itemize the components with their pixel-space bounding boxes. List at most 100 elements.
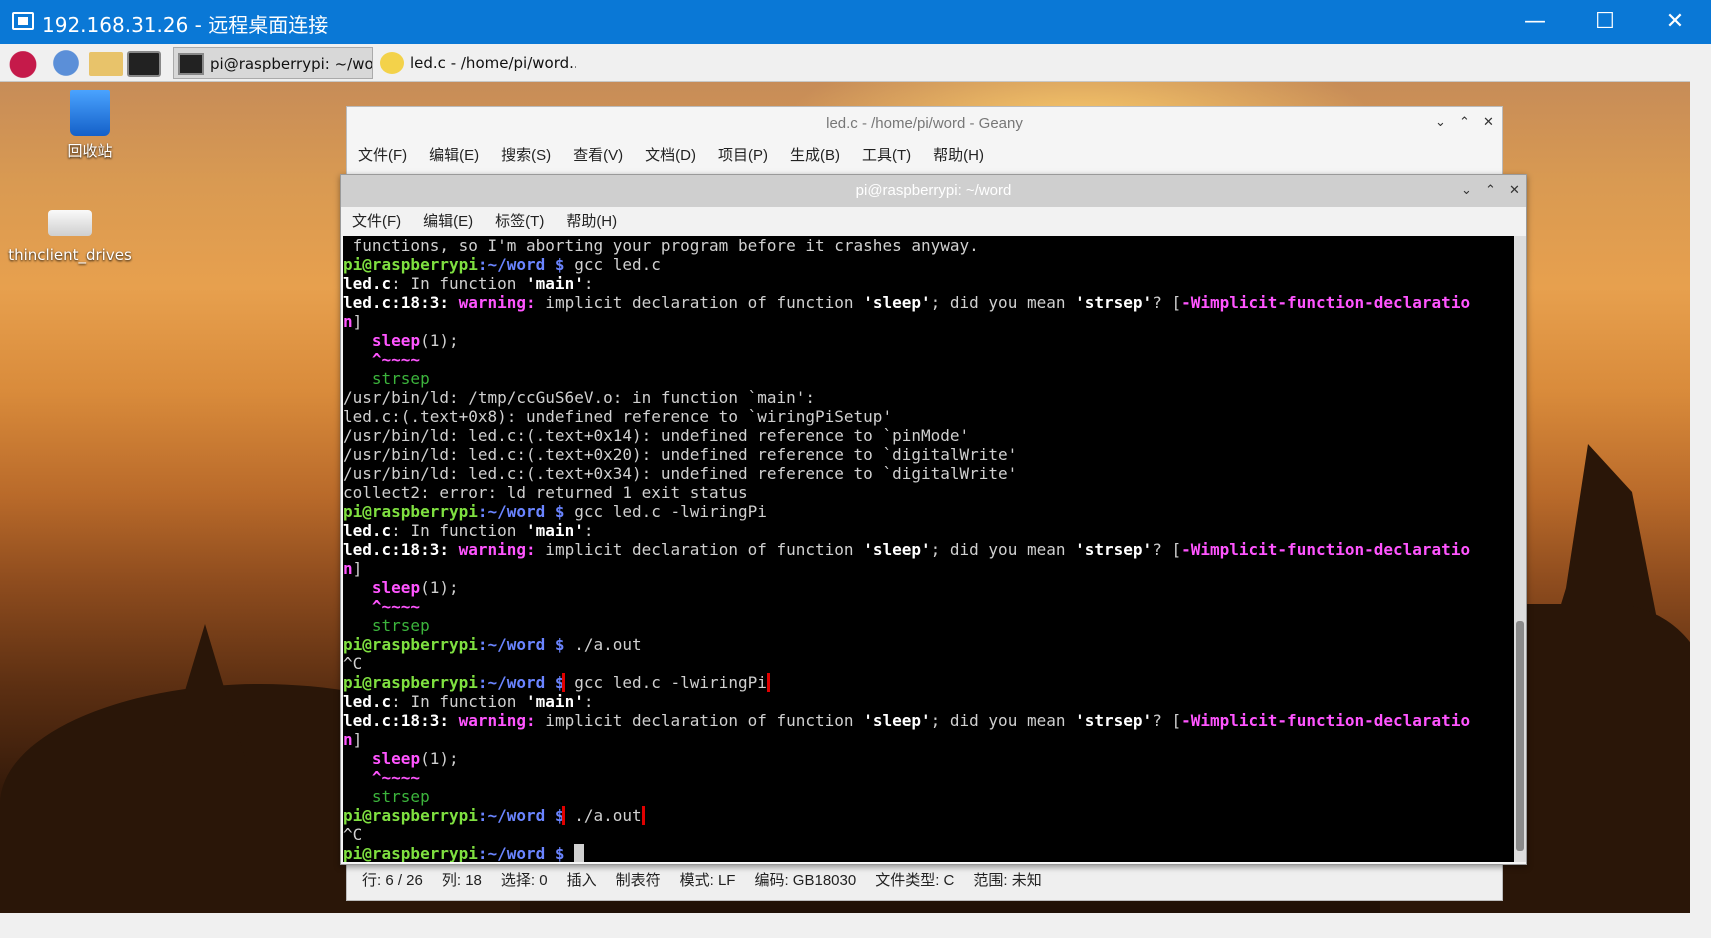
geany-menu-item[interactable]: 工具(T) <box>851 141 922 171</box>
close-button[interactable]: ✕ <box>1640 0 1710 44</box>
terminal-menu-item[interactable]: 标签(T) <box>484 207 555 237</box>
terminal-minimize[interactable]: ⌄ <box>1461 183 1472 198</box>
terminal-line: led.c:18:3: warning: implicit declaratio… <box>343 293 1516 312</box>
terminal-text: /usr/bin/ld: led.c:(.text+0x20): undefin… <box>343 445 1018 464</box>
status-field: 文件类型: C <box>875 872 955 889</box>
geany-menu-item[interactable]: 编辑(E) <box>418 141 490 171</box>
terminal-text: 'sleep' <box>863 540 931 559</box>
terminal-maximize[interactable]: ⌃ <box>1485 183 1496 198</box>
status-field: 选择: 0 <box>500 872 548 889</box>
geany-menu-item[interactable]: 搜索(S) <box>490 141 562 171</box>
terminal-text: : <box>583 521 594 540</box>
terminal-text: sleep <box>371 331 421 350</box>
geany-menu-item[interactable]: 查看(V) <box>562 141 634 171</box>
terminal-text: : In function <box>391 692 527 711</box>
recycle-bin[interactable]: 回收站 <box>60 90 120 161</box>
status-field: 编码: GB18030 <box>754 872 857 889</box>
terminal-menu-item[interactable]: 编辑(E) <box>412 207 484 237</box>
terminal-text: n <box>343 559 353 578</box>
terminal-line: strsep <box>343 787 1516 806</box>
file-manager-icon[interactable] <box>89 52 123 76</box>
remote-desktop-icon <box>12 12 34 30</box>
prompt-user: pi@raspberrypi <box>343 255 478 274</box>
task-geany-label: led.c - /home/pi/word... <box>410 54 576 72</box>
geany-menu-item[interactable]: 帮助(H) <box>922 141 995 171</box>
terminal-text: 'main' <box>526 274 584 293</box>
terminal-text: 'strsep' <box>1075 293 1153 312</box>
geany-menu-item[interactable]: 项目(P) <box>707 141 779 171</box>
terminal-text: led.c:18:3: <box>343 540 449 559</box>
prompt-path: :~/word $ <box>477 502 565 521</box>
terminal-text: led.c <box>343 274 392 293</box>
geany-close[interactable]: ✕ <box>1483 115 1494 130</box>
terminal-suggestion: strsep <box>343 616 430 635</box>
terminal-line: pi@raspberrypi:~/word $ gcc led.c <box>343 255 1516 274</box>
terminal-text: functions, so I'm aborting your program … <box>343 236 979 255</box>
terminal-line: pi@raspberrypi:~/word $ ./a.out <box>343 806 1516 825</box>
maximize-button[interactable]: ☐ <box>1570 0 1640 44</box>
thinclient-drives[interactable]: thinclient_drives <box>6 210 134 264</box>
terminal-text: led.c:18:3: <box>343 711 449 730</box>
terminal-menu-item[interactable]: 帮助(H) <box>555 207 628 237</box>
geany-minimize[interactable]: ⌄ <box>1435 115 1446 130</box>
rdp-horizontal-scrollbar[interactable] <box>0 913 1711 938</box>
terminal-line: ^~~~~ <box>343 350 1516 369</box>
terminal-line: led.c: In function 'main': <box>343 692 1516 711</box>
terminal-scrollbar[interactable] <box>1514 236 1526 862</box>
terminal-output[interactable]: functions, so I'm aborting your program … <box>343 236 1516 862</box>
prompt-user: pi@raspberrypi <box>343 673 478 692</box>
drive-icon <box>48 210 92 236</box>
terminal-suggestion: strsep <box>343 369 430 388</box>
status-field: 行: 6 / 26 <box>362 872 423 889</box>
recycle-bin-icon <box>70 90 110 136</box>
terminal-text: led.c <box>343 521 392 540</box>
task-terminal[interactable]: pi@raspberrypi: ~/wo... <box>173 47 373 79</box>
raspberry-menu-icon[interactable] <box>6 48 40 78</box>
task-geany[interactable]: led.c - /home/pi/word... <box>376 47 576 79</box>
scrollbar-thumb[interactable] <box>1516 621 1524 851</box>
terminal-launcher-icon[interactable] <box>127 51 161 77</box>
terminal-text: : In function <box>391 274 527 293</box>
prompt-user: pi@raspberrypi <box>343 844 478 862</box>
terminal-line: led.c:18:3: warning: implicit declaratio… <box>343 540 1516 559</box>
geany-maximize[interactable]: ⌃ <box>1459 115 1470 130</box>
minimize-button[interactable]: — <box>1500 0 1570 44</box>
terminal-line: collect2: error: ld returned 1 exit stat… <box>343 483 1516 502</box>
geany-menubar: 文件(F) 编辑(E) 搜索(S) 查看(V) 文档(D) 项目(P) 生成(B) 工具(T)… <box>347 141 1502 171</box>
rdp-vertical-scrollbar[interactable] <box>1690 44 1711 913</box>
terminal-text: (1); <box>420 749 459 768</box>
terminal-text: 'main' <box>526 692 584 711</box>
terminal-text: warning: <box>458 540 536 559</box>
terminal-command: gcc led.c <box>564 255 661 274</box>
terminal-text: implicit declaration of function <box>535 293 864 312</box>
terminal-caret: ^~~~~ <box>343 597 421 616</box>
cursor[interactable] <box>574 844 584 862</box>
terminal-text: led.c:18:3: <box>343 293 449 312</box>
terminal-line: pi@raspberrypi:~/word $ ./a.out <box>343 635 1516 654</box>
terminal-text: ] <box>352 559 363 578</box>
geany-menu-item[interactable]: 文件(F) <box>347 141 418 171</box>
geany-menu-item[interactable]: 生成(B) <box>779 141 851 171</box>
terminal-text: : <box>583 274 594 293</box>
terminal-text: 'strsep' <box>1075 540 1153 559</box>
terminal-line: strsep <box>343 616 1516 635</box>
terminal-text: -Wimplicit-function-declaratio <box>1181 293 1471 312</box>
terminal-caret: ^~~~~ <box>343 768 421 787</box>
terminal-text: : In function <box>391 521 527 540</box>
terminal-text: -Wimplicit-function-declaratio <box>1181 711 1471 730</box>
terminal-menu-item[interactable]: 文件(F) <box>341 207 412 237</box>
terminal-title: pi@raspberrypi: ~/word <box>341 175 1526 207</box>
geany-menu-item[interactable]: 文档(D) <box>634 141 707 171</box>
status-field: 范围: 未知 <box>973 872 1042 889</box>
prompt-user: pi@raspberrypi <box>343 806 478 825</box>
terminal-line: ^~~~~ <box>343 597 1516 616</box>
browser-icon[interactable] <box>49 48 83 78</box>
terminal-close[interactable]: ✕ <box>1509 183 1520 198</box>
terminal-line: n] <box>343 559 1516 578</box>
terminal-line: /usr/bin/ld: /tmp/ccGuS6eV.o: in functio… <box>343 388 1516 407</box>
terminal-text: -Wimplicit-function-declaratio <box>1181 540 1471 559</box>
terminal-line: /usr/bin/ld: led.c:(.text+0x14): undefin… <box>343 426 1516 445</box>
